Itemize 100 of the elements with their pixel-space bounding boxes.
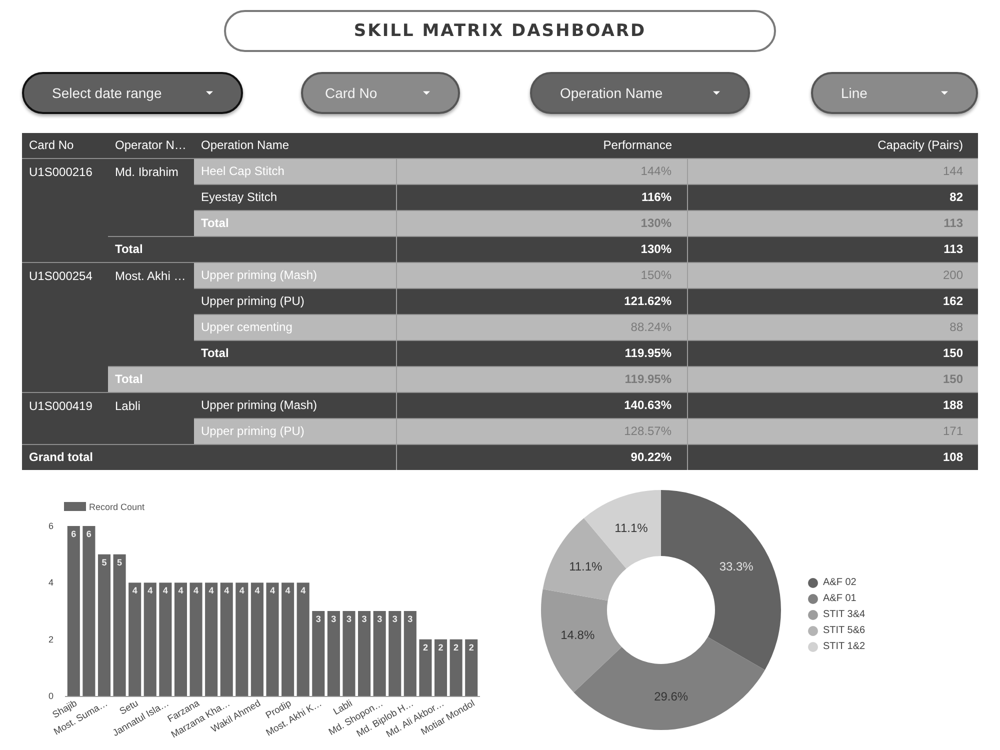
table-cell: Total [194, 210, 396, 236]
caret-icon [713, 91, 720, 95]
table-cell: Upper priming (Mash) [194, 392, 396, 418]
table-cell: 116% [396, 184, 687, 210]
table-cell: Total [108, 236, 396, 262]
bar-value-label: 3 [346, 614, 352, 624]
legend-label: STIT 5&6 [823, 625, 866, 636]
bar-value-label: 3 [362, 614, 367, 624]
column-header: Card No [22, 133, 108, 158]
table-cell: 113 [687, 210, 978, 236]
bar [434, 638, 448, 696]
bar-value-label: 4 [239, 585, 244, 596]
table-cell: 130% [396, 236, 687, 262]
table-cell: 121.62% [396, 288, 687, 314]
bar-value-label: 4 [300, 585, 306, 596]
filter-dropdown[interactable]: Line [811, 72, 978, 114]
table-cell: 188 [687, 392, 978, 418]
bar-value-label: 4 [208, 585, 214, 596]
axis-label: 6 [48, 520, 54, 530]
slice-label: 14.8% [560, 627, 595, 642]
table-cell: U1S000216 [22, 158, 108, 262]
caret-icon [941, 91, 948, 95]
bar-value-label: 4 [285, 585, 290, 596]
slice-label: 33.3% [719, 559, 754, 573]
table-cell: 128.57% [396, 418, 687, 444]
bar-value-label: 2 [422, 642, 428, 652]
axis-label: Setu [118, 698, 140, 717]
table-cell: 150 [687, 340, 978, 366]
legend-label: A&F 02 [823, 577, 856, 588]
bar-value-label: 3 [408, 614, 413, 624]
table-cell: 108 [687, 444, 978, 470]
caret-icon [206, 91, 213, 95]
table-cell: 144% [396, 158, 687, 184]
axis-label: 4 [48, 577, 54, 588]
table-cell: Labli [108, 392, 194, 444]
filter-dropdown[interactable]: Operation Name [530, 72, 750, 114]
table-cell: 82 [687, 184, 978, 210]
legend-label: A&F 01 [823, 593, 856, 604]
table-cell: Md. Ibrahim [108, 158, 194, 236]
bar-value-label: 2 [468, 642, 474, 652]
table-cell: U1S000419 [22, 392, 108, 444]
bar-value-label: 4 [178, 585, 184, 596]
bar-value-label: 5 [102, 556, 107, 567]
table-cell: Most. Akhi … [108, 262, 194, 366]
table-cell: Upper priming (Mash) [194, 262, 396, 288]
caret-icon [423, 91, 430, 95]
bar-value-label: 3 [331, 614, 336, 624]
bar-value-label: 3 [316, 614, 321, 624]
axis-label: 0 [48, 690, 54, 700]
slice-label: 11.1% [614, 520, 648, 535]
table-cell: U1S000254 [22, 262, 108, 392]
table-cell: 171 [687, 418, 978, 444]
bar [450, 638, 462, 696]
table-cell: Eyestay Stitch [194, 184, 396, 210]
bar-value-label: 4 [254, 585, 260, 596]
table-cell: Upper priming (PU) [194, 288, 396, 314]
table-cell: 119.95% [396, 340, 687, 366]
bar-value-label: 4 [148, 585, 153, 596]
axis-label: 2 [48, 634, 54, 644]
column-header: Operator N… [108, 133, 194, 158]
bar [419, 638, 432, 696]
table-cell: Upper cementing [194, 314, 396, 340]
bar-value-label: 4 [270, 585, 275, 596]
table-cell: 88.24% [396, 314, 687, 340]
table-cell: 200 [687, 262, 978, 288]
dashboard-title: SKILL MATRIX DASHBOARD [224, 10, 776, 52]
bar-value-label: 4 [162, 585, 168, 596]
table-cell: 88 [687, 314, 978, 340]
slice-label: 11.1% [569, 559, 602, 573]
bar-value-label: 4 [224, 585, 230, 596]
slice-label: 29.6% [654, 688, 688, 703]
column-header: Capacity (Pairs) [687, 133, 978, 158]
table-cell: Heel Cap Stitch [194, 158, 396, 184]
bar [465, 638, 478, 696]
bar-value-label: 5 [117, 556, 122, 567]
table-cell: Total [108, 366, 396, 392]
bar-value-label: 6 [71, 528, 76, 538]
bar-value-label: 4 [132, 585, 138, 596]
table-cell: 113 [687, 236, 978, 262]
table-cell: Upper priming (PU) [194, 418, 396, 444]
bar-value-label: 2 [438, 642, 444, 652]
bar-value-label: 6 [86, 528, 92, 538]
table-cell: 90.22% [396, 444, 687, 470]
column-header: Operation Name [194, 133, 396, 158]
filter-dropdown[interactable]: Card No [301, 72, 460, 114]
date-range-picker[interactable]: Select date range [22, 72, 243, 114]
table-cell: 150 [687, 366, 978, 392]
bar-value-label: 3 [392, 614, 398, 624]
table-cell: 162 [687, 288, 978, 314]
table-cell: Grand total [22, 444, 396, 470]
table-cell: 150% [396, 262, 687, 288]
bar-value-label: 3 [377, 614, 382, 624]
table-cell: 130% [396, 210, 687, 236]
bar-value-label: 4 [194, 585, 199, 596]
legend-label: STIT 1&2 [823, 641, 866, 652]
table-cell: 140.63% [396, 392, 687, 418]
column-header: Performance [396, 133, 687, 158]
table-cell: 119.95% [396, 366, 687, 392]
bar-value-label: 2 [454, 642, 459, 652]
table-cell: 144 [687, 158, 978, 184]
